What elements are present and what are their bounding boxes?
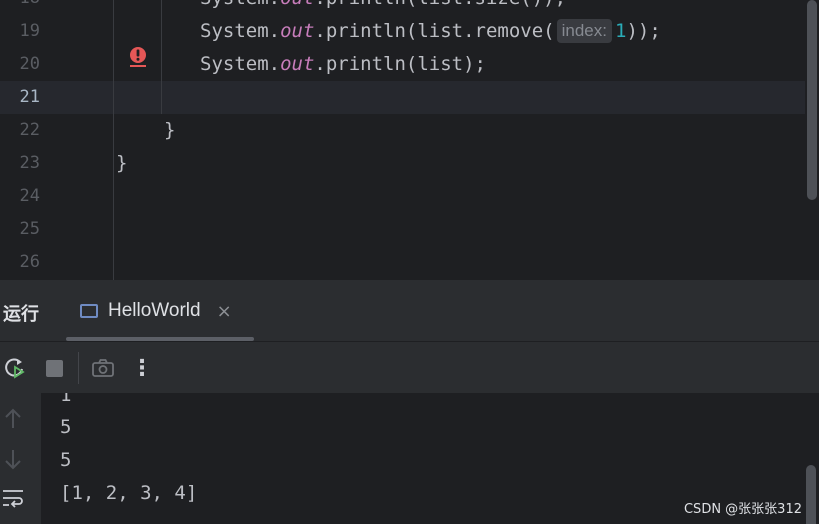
soft-wrap-icon[interactable]	[1, 487, 25, 513]
run-panel-title: 运行	[3, 304, 39, 325]
scroll-down-icon[interactable]	[3, 448, 23, 474]
camera-icon[interactable]	[89, 354, 117, 382]
error-icon[interactable]	[128, 46, 148, 70]
code-editor[interactable]: 18 19 20 21 22 23 24 25 26 System.out.pr…	[0, 0, 819, 280]
watermark: CSDN @张张张312	[683, 502, 802, 517]
run-panel-header: 运行 HelloWorld ×	[0, 280, 819, 341]
line-number: 22	[19, 120, 40, 140]
code-line-20[interactable]: System.out.println(list);	[200, 48, 486, 81]
code-line-19[interactable]: System.out.println(list.remove(index: 1))…	[200, 15, 661, 48]
toolbar-separator	[78, 352, 79, 384]
console-line: [1, 2, 3, 4]	[60, 482, 198, 504]
scroll-up-icon[interactable]	[3, 408, 23, 434]
console-scrollbar[interactable]	[806, 465, 816, 524]
rerun-icon[interactable]	[1, 354, 29, 382]
run-toolbar: ⋮	[0, 341, 819, 394]
stop-icon[interactable]	[40, 354, 68, 382]
indent-guide	[113, 0, 114, 280]
line-number: 25	[19, 219, 40, 239]
console-tab-icon	[80, 304, 98, 318]
line-number: 20	[19, 54, 40, 74]
close-icon[interactable]: ×	[217, 301, 232, 322]
line-number: 26	[19, 252, 40, 272]
parameter-hint: index:	[556, 19, 612, 43]
current-line-highlight	[0, 81, 805, 114]
tab-helloworld[interactable]: HelloWorld ×	[80, 296, 232, 326]
code-line-23[interactable]: }	[116, 147, 127, 180]
line-number: 23	[19, 153, 40, 173]
code-line-22[interactable]: }	[164, 114, 175, 147]
console-line: 5	[60, 416, 72, 438]
console-line: 1	[60, 393, 72, 406]
console-line: 5	[60, 449, 72, 471]
console-gutter	[0, 393, 41, 524]
line-number: 18	[0, 0, 40, 15]
run-panel: 运行 HelloWorld × ⋮ 1 5 5 [1, 2, 3, 4]	[0, 280, 819, 524]
more-icon[interactable]: ⋮	[128, 354, 156, 382]
line-number: 24	[19, 186, 40, 206]
line-number-current: 21	[19, 87, 40, 107]
editor-scrollbar[interactable]	[807, 0, 817, 200]
indent-guide	[161, 0, 162, 114]
code-line-18[interactable]: System.out.println(list.size());	[200, 0, 566, 15]
tab-label: HelloWorld	[108, 300, 201, 321]
line-number: 19	[19, 21, 40, 41]
